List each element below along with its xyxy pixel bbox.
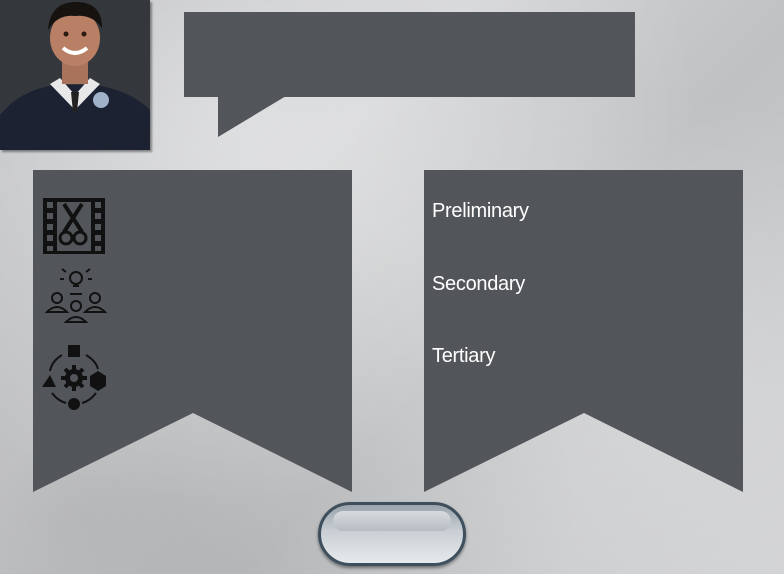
profile-photo (0, 0, 150, 150)
team-idea-icon (44, 268, 108, 333)
speech-bubble (184, 12, 635, 97)
label-secondary: Secondary (432, 273, 525, 295)
bottom-pill-button[interactable] (318, 502, 466, 566)
speech-bubble-tail (218, 96, 286, 137)
label-preliminary: Preliminary (432, 200, 529, 222)
label-tertiary: Tertiary (432, 345, 496, 367)
workflow-process-icon (40, 343, 110, 418)
film-editing-icon (40, 196, 106, 261)
